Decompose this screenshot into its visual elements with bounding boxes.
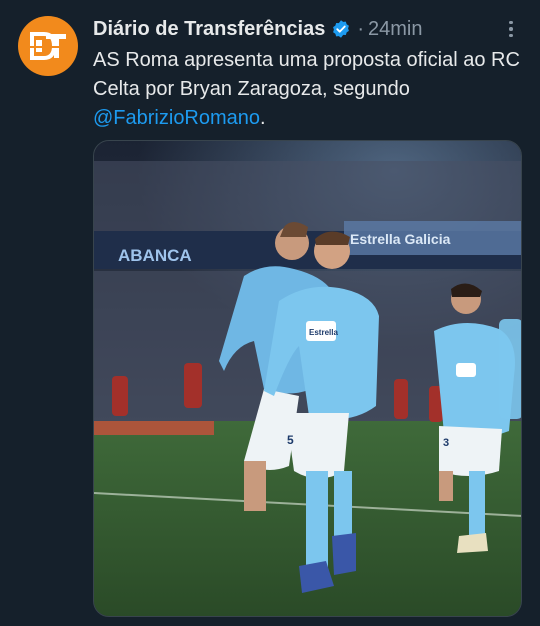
- tweet-header: Diário de Transferências · 24min: [93, 14, 522, 44]
- mention-link[interactable]: @FabrizioRomano: [93, 107, 260, 129]
- avatar-logo-icon: [29, 32, 67, 60]
- ad-board-text: ABANCA: [118, 246, 192, 265]
- tweet-photo[interactable]: ABANCA Estrella Galicia Estrella 5 3: [93, 140, 522, 617]
- tweet-card[interactable]: Diário de Transferências · 24min AS Roma…: [0, 0, 540, 626]
- verified-badge-icon: [331, 19, 351, 39]
- shirt-number-left: 5: [287, 433, 294, 447]
- tweet-text-part1: AS Roma apresenta uma proposta oficial a…: [93, 49, 520, 100]
- tweet-timestamp[interactable]: 24min: [368, 18, 422, 41]
- ad-board-text-2: Estrella Galicia: [350, 231, 451, 247]
- separator-dot: ·: [357, 17, 364, 40]
- shirt-sponsor-text: Estrella: [309, 328, 338, 337]
- shirt-number-right: 3: [443, 437, 449, 449]
- tweet-text: AS Roma apresenta uma proposta oficial a…: [93, 46, 523, 133]
- tweet-text-part2: .: [260, 107, 266, 129]
- avatar[interactable]: [18, 16, 78, 76]
- photo-football-players-celebrating: ABANCA Estrella Galicia Estrella 5 3: [94, 141, 521, 616]
- more-options-icon[interactable]: [500, 18, 522, 40]
- account-name[interactable]: Diário de Transferências: [93, 18, 325, 41]
